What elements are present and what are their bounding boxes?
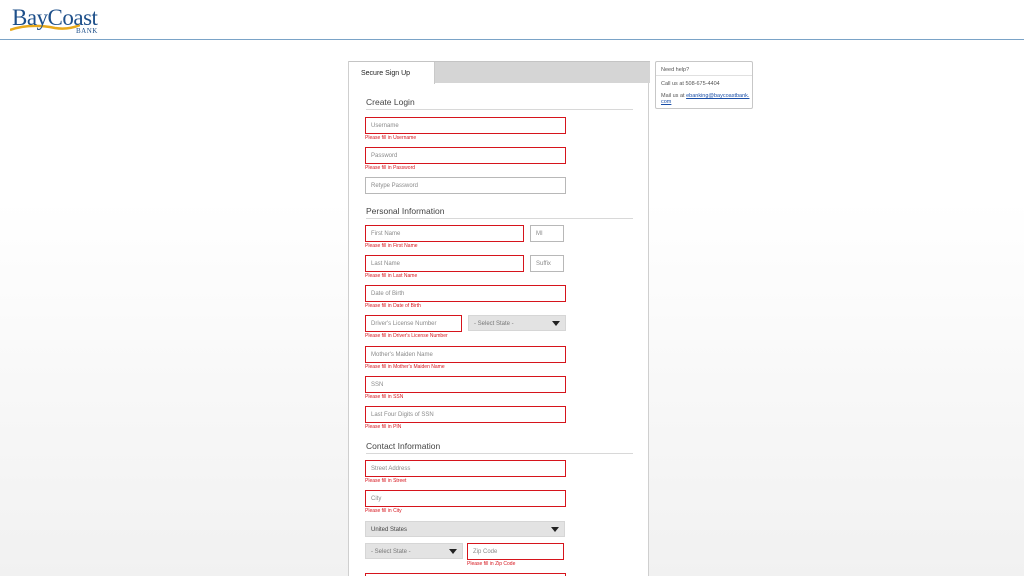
tab-secure-sign-up[interactable]: Secure Sign Up <box>349 62 435 84</box>
chevron-down-icon <box>449 549 457 554</box>
retype-password-input[interactable]: Retype Password <box>365 177 566 194</box>
last-name-input[interactable]: Last Name <box>365 255 524 272</box>
drivers-license-error: Please fill in Driver's License Number <box>365 333 448 339</box>
street-address-input[interactable]: Street Address <box>365 460 566 477</box>
city-input[interactable]: City <box>365 490 566 507</box>
username-error: Please fill in Username <box>365 135 417 141</box>
section-divider <box>366 218 633 219</box>
ssn-input[interactable]: SSN <box>365 376 566 393</box>
country-value: United States <box>371 527 408 533</box>
password-input[interactable]: Password <box>365 147 566 164</box>
state-value: - Select State - <box>371 549 411 555</box>
section-title-personal-information: Personal Information <box>366 206 445 216</box>
zip-code-input[interactable]: Zip Code <box>467 543 564 560</box>
help-divider <box>656 75 752 76</box>
signup-card: Secure Sign Up Create Login Username Ple… <box>348 61 650 576</box>
username-input[interactable]: Username <box>365 117 566 134</box>
date-of-birth-error: Please fill in Date of Birth <box>365 303 421 309</box>
zip-code-error: Please fill in Zip Code <box>467 561 516 567</box>
license-state-select[interactable]: - Select State - <box>468 315 566 331</box>
section-title-contact-information: Contact Information <box>366 441 441 451</box>
drivers-license-input[interactable]: Driver's License Number <box>365 315 462 332</box>
logo-sub: BANK <box>76 27 98 35</box>
password-error: Please fill in Password <box>365 165 416 171</box>
tab-bar: Secure Sign Up <box>349 61 650 84</box>
help-mail: Mail us at ebanking@baycoastbank.com <box>661 93 751 105</box>
last-four-ssn-error: Please fill in PIN <box>365 424 402 430</box>
last-name-error: Please fill in Last Name <box>365 273 418 279</box>
street-address-error: Please fill in Street <box>365 478 407 484</box>
mothers-maiden-name-input[interactable]: Mother's Maiden Name <box>365 346 566 363</box>
city-error: Please fill in City <box>365 508 402 514</box>
site-header: BayCoast BANK <box>0 0 1024 40</box>
baycoast-logo[interactable]: BayCoast BANK <box>10 3 105 37</box>
mothers-maiden-name-error: Please fill in Mother's Maiden Name <box>365 364 445 370</box>
help-phone: Call us at 508-675-4404 <box>661 81 720 87</box>
state-select[interactable]: - Select State - <box>365 543 463 559</box>
last-four-ssn-input[interactable]: Last Four Digits of SSN <box>365 406 566 423</box>
date-of-birth-input[interactable]: Date of Birth <box>365 285 566 302</box>
first-name-error: Please fill in First Name <box>365 243 418 249</box>
section-title-create-login: Create Login <box>366 97 415 107</box>
chevron-down-icon <box>552 321 560 326</box>
first-name-input[interactable]: First Name <box>365 225 524 242</box>
mi-input[interactable]: MI <box>530 225 564 242</box>
country-select[interactable]: United States <box>365 521 565 537</box>
section-divider <box>366 109 633 110</box>
help-title: Need help? <box>661 67 690 73</box>
section-divider <box>366 453 633 454</box>
suffix-input[interactable]: Suffix <box>530 255 564 272</box>
chevron-down-icon <box>551 527 559 532</box>
help-box: Need help? Call us at 508-675-4404 Mail … <box>655 61 753 109</box>
ssn-error: Please fill in SSN <box>365 394 404 400</box>
license-state-value: - Select State - <box>474 321 514 327</box>
